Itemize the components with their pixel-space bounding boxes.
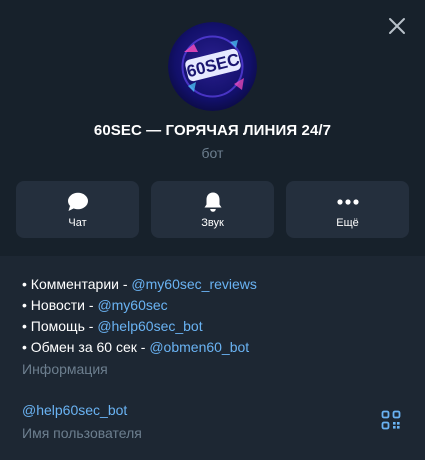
qr-code-button[interactable] bbox=[381, 410, 401, 430]
link-help[interactable]: @help60sec_bot bbox=[97, 318, 202, 334]
sound-button-label: Звук bbox=[201, 217, 224, 229]
link-news[interactable]: @my60sec bbox=[97, 297, 167, 313]
info-caption: Информация bbox=[22, 361, 108, 377]
more-button[interactable]: Ещё bbox=[286, 181, 409, 238]
info-line-exchange: • Обмен за 60 сек - @obmen60_bot bbox=[22, 337, 412, 358]
info-line-prefix: • Обмен за 60 сек - bbox=[22, 339, 150, 355]
chat-bubble-icon bbox=[67, 192, 88, 211]
avatar[interactable]: 60SEC bbox=[168, 22, 257, 111]
info-line-prefix: • Комментарии - bbox=[22, 276, 132, 292]
action-bar: Чат Звук Ещё bbox=[16, 181, 409, 238]
qr-code-icon bbox=[381, 410, 401, 430]
chat-button-label: Чат bbox=[68, 217, 87, 229]
bell-icon bbox=[204, 192, 221, 212]
info-line-news: • Новости - @my60sec bbox=[22, 295, 412, 316]
sound-button[interactable]: Звук bbox=[151, 181, 274, 238]
info-section: • Комментарии - @my60sec_reviews • Новос… bbox=[22, 274, 412, 380]
profile-subtitle: бот bbox=[201, 145, 224, 161]
more-button-label: Ещё bbox=[336, 217, 359, 229]
info-line-help: • Помощь - @help60sec_bot bbox=[22, 316, 412, 337]
info-line-prefix: • Новости - bbox=[22, 297, 98, 313]
avatar-image: 60SEC bbox=[168, 22, 257, 111]
info-line-prefix: • Помощь - bbox=[22, 318, 98, 334]
username-value[interactable]: @help60sec_bot bbox=[22, 400, 127, 421]
chat-button[interactable]: Чат bbox=[16, 181, 139, 238]
info-line-comments: • Комментарии - @my60sec_reviews bbox=[22, 274, 412, 295]
close-icon bbox=[389, 18, 405, 34]
username-caption: Имя пользователя bbox=[22, 425, 142, 441]
profile-title: 60SEC — ГОРЯЧАЯ ЛИНИЯ 24/7 bbox=[93, 122, 332, 139]
more-dots-icon bbox=[336, 199, 359, 205]
link-reviews[interactable]: @my60sec_reviews bbox=[131, 276, 256, 292]
link-exchange[interactable]: @obmen60_bot bbox=[149, 339, 249, 355]
close-button[interactable] bbox=[385, 14, 409, 38]
